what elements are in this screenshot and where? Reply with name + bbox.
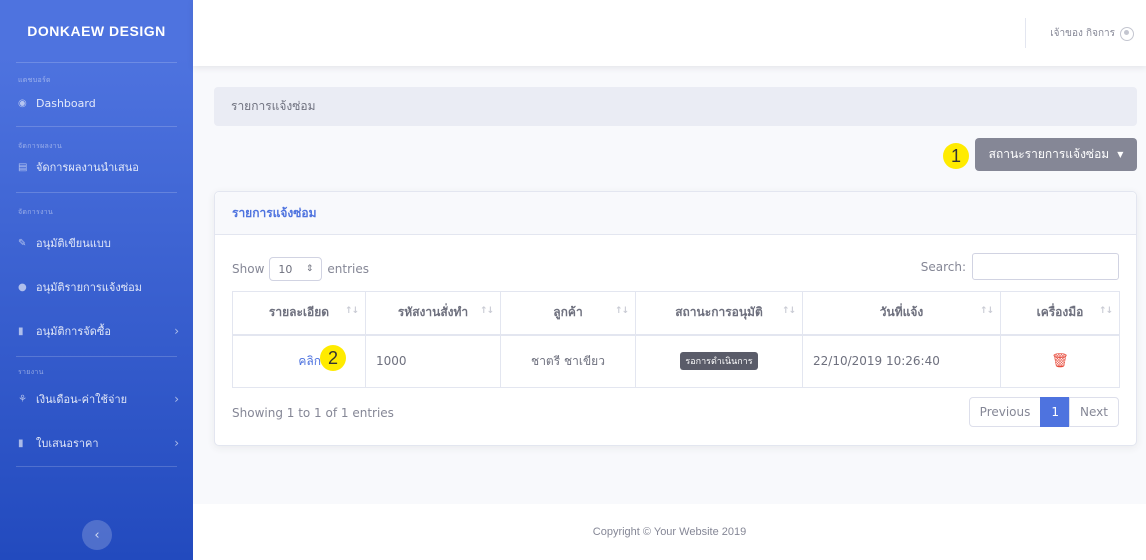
sidebar-item-dashboard[interactable]: ◉ Dashboard — [0, 92, 193, 114]
order-code-cell: 1000 — [365, 334, 501, 388]
copyright-text: Copyright © Your Website 2019 — [592, 526, 747, 538]
caret-down-icon: ▼ — [1117, 150, 1124, 159]
hand-money-icon: ⚘ — [18, 393, 27, 405]
chevron-right-icon: › — [174, 436, 179, 450]
table-search: Search: — [921, 253, 1119, 280]
sort-icon: ↑↓ — [614, 306, 629, 316]
file-icon: ▮ — [18, 437, 24, 449]
tools-cell: 🗑 — [1000, 334, 1120, 388]
sidebar-heading-reports: รายงาน — [18, 368, 44, 376]
chevron-left-icon: ‹ — [94, 527, 100, 543]
sort-icon: ↑↓ — [979, 306, 994, 316]
comment-icon: ● — [18, 281, 27, 293]
column-header-customer[interactable]: ลูกค้า ↑↓ — [500, 291, 636, 336]
sidebar-heading-portfolio: จัดการผลงาน — [18, 142, 63, 150]
status-badge: รอการดำเนินการ — [680, 352, 758, 371]
table-row: คลิก 1000 ชาตรี ชาเขียว รอการดำเนินการ 2… — [232, 334, 1120, 388]
entries-select[interactable]: 10 ⇕ — [269, 257, 323, 281]
sidebar-divider — [16, 466, 177, 467]
column-header-date[interactable]: วันที่แจ้ง ↑↓ — [802, 291, 1001, 336]
status-cell: รอการดำเนินการ — [635, 334, 803, 388]
sort-icon: ↑↓ — [344, 306, 359, 316]
page-footer: Copyright © Your Website 2019 — [193, 504, 1146, 560]
sidebar-item-approve-drawing[interactable]: ✎ อนุมัติเขียนแบบ — [0, 232, 193, 254]
pencil-icon: ✎ — [18, 237, 27, 249]
callout-marker-1: 1 — [943, 143, 969, 169]
chevron-right-icon: › — [174, 324, 179, 338]
sidebar-item-label: อนุมัติเขียนแบบ — [36, 237, 111, 250]
pagination: Previous 1 Next — [968, 397, 1119, 427]
breadcrumb: รายการแจ้งซ่อม — [214, 87, 1137, 126]
show-entries: Show 10 ⇕ entries — [232, 257, 369, 281]
column-header-detail[interactable]: รายละเอียด ↑↓ — [232, 291, 366, 336]
sidebar-divider — [16, 126, 177, 127]
trash-icon[interactable]: 🗑 — [1051, 353, 1069, 369]
sort-icon: ↑↓ — [781, 306, 796, 316]
select-arrows-icon: ⇕ — [305, 264, 314, 274]
status-dropdown-button[interactable]: สถานะรายการแจ้งซ่อม ▼ — [975, 138, 1137, 171]
topbar: เจ้าของ กิจการ — [193, 0, 1146, 66]
sidebar-item-approve-purchase[interactable]: ▮ อนุมัติการจัดซื้อ › — [0, 320, 193, 342]
date-cell: 22/10/2019 10:26:40 — [802, 334, 1001, 388]
sidebar-item-approve-repair[interactable]: ● อนุมัติรายการแจ้งซ่อม — [0, 276, 193, 298]
sidebar-divider — [16, 356, 177, 357]
sidebar-item-label: จัดการผลงานนำเสนอ — [36, 161, 139, 174]
sidebar: DONKAEW DESIGN แดชบอร์ด ◉ Dashboard จัดก… — [0, 0, 193, 560]
tachometer-icon: ◉ — [18, 97, 27, 109]
sidebar-heading-dashboard: แดชบอร์ด — [18, 76, 51, 84]
chevron-right-icon: › — [174, 392, 179, 406]
pagination-page-1[interactable]: 1 — [1040, 397, 1071, 427]
show-label: Show — [232, 262, 265, 276]
column-header-tools[interactable]: เครื่องมือ ↑↓ — [1000, 291, 1120, 336]
table-icon: ▤ — [18, 161, 28, 173]
entries-select-value: 10 — [278, 262, 293, 276]
sidebar-toggle-button[interactable]: ‹ — [82, 520, 112, 550]
sidebar-heading-tasks: จัดการงาน — [18, 208, 54, 216]
file-icon: ▮ — [18, 325, 24, 337]
user-circle-icon — [1120, 26, 1134, 41]
repair-list-card: รายการแจ้งซ่อม Show 10 ⇕ entries Search:… — [214, 191, 1137, 446]
search-input[interactable] — [972, 253, 1119, 280]
table-header-row: รายละเอียด ↑↓ รหัสงานสั่งทำ ↑↓ ลูกค้า ↑↓ สถ… — [232, 291, 1120, 336]
sidebar-item-label: อนุมัติการจัดซื้อ — [36, 325, 111, 338]
card-header: รายการแจ้งซ่อม — [215, 192, 1136, 235]
table-info: Showing 1 to 1 of 1 entries — [232, 406, 394, 420]
repair-table: รายละเอียด ↑↓ รหัสงานสั่งทำ ↑↓ ลูกค้า ↑↓ สถ… — [232, 291, 1120, 388]
sidebar-item-quotation[interactable]: ▮ ใบเสนอราคา › — [0, 432, 193, 454]
user-menu[interactable]: เจ้าของ กิจการ — [1050, 26, 1134, 41]
detail-link[interactable]: คลิก — [298, 354, 321, 368]
sidebar-item-label: Dashboard — [36, 96, 96, 110]
sidebar-item-portfolio[interactable]: ▤ จัดการผลงานนำเสนอ — [0, 156, 193, 178]
sidebar-item-salary-expenses[interactable]: ⚘ เงินเดือน-ค่าใช้จ่าย › — [0, 388, 193, 410]
callout-marker-2: 2 — [320, 345, 346, 371]
card-title: รายการแจ้งซ่อม — [232, 205, 317, 220]
pagination-previous[interactable]: Previous — [968, 397, 1042, 427]
sidebar-divider — [16, 192, 177, 193]
customer-cell: ชาตรี ชาเขียว — [500, 334, 636, 388]
status-dropdown-label: สถานะรายการแจ้งซ่อม — [988, 147, 1110, 161]
topbar-divider — [1025, 18, 1026, 48]
sidebar-item-label: ใบเสนอราคา — [36, 437, 99, 450]
sidebar-item-label: เงินเดือน-ค่าใช้จ่าย — [36, 393, 128, 406]
entries-label: entries — [327, 262, 369, 276]
pagination-next[interactable]: Next — [1069, 397, 1119, 427]
table-controls: Show 10 ⇕ entries Search: — [232, 253, 1119, 281]
breadcrumb-item: รายการแจ้งซ่อม — [231, 99, 316, 113]
column-header-approval-status[interactable]: สถานะการอนุมัติ ↑↓ — [635, 291, 803, 336]
sort-icon: ↑↓ — [1098, 306, 1113, 316]
user-name: เจ้าของ กิจการ — [1050, 28, 1115, 39]
sidebar-item-label: อนุมัติรายการแจ้งซ่อม — [36, 281, 143, 294]
sidebar-divider — [16, 62, 177, 63]
brand-logo[interactable]: DONKAEW DESIGN — [0, 0, 193, 62]
sort-icon: ↑↓ — [479, 306, 494, 316]
search-label: Search: — [920, 259, 966, 274]
column-header-order-code[interactable]: รหัสงานสั่งทำ ↑↓ — [365, 291, 501, 336]
